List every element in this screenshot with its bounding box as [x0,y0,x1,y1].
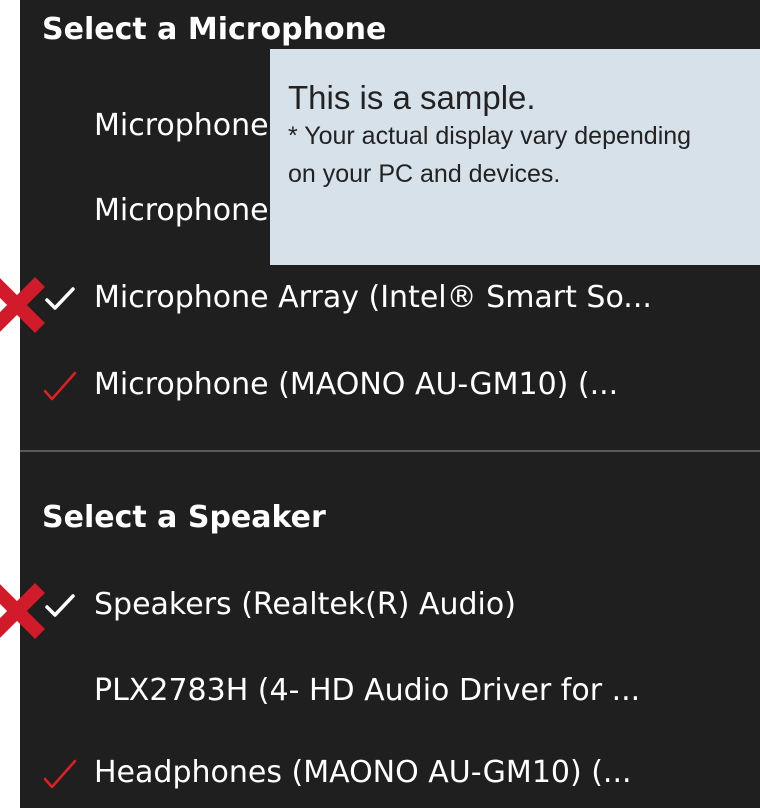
red-check-icon [43,371,77,401]
microphone-item-3[interactable]: Microphone Array (Intel® Smart So... [20,267,760,329]
speaker-item-3[interactable]: Headphones (MAONO AU-GM10) (... [20,742,760,804]
microphone-item-label: Microphone Array (Intel® Smart So... [94,280,652,315]
red-x-icon [0,277,45,333]
speaker-item-label: Speakers (Realtek(R) Audio) [94,587,516,622]
microphone-item-4[interactable]: Microphone (MAONO AU-GM10) (... [20,354,760,416]
microphone-item-label: Microphone [94,193,269,228]
sample-note-body: * Your actual display vary depending on … [288,122,692,188]
speaker-item-1[interactable]: Speakers (Realtek(R) Audio) [20,574,760,636]
sample-note-callout: This is a sample. * Your actual display … [270,49,760,265]
speaker-item-label: Headphones (MAONO AU-GM10) (... [94,755,632,790]
microphone-item-label: Microphone [94,108,269,143]
speaker-item-2[interactable]: PLX2783H (4- HD Audio Driver for ... [20,660,760,722]
speaker-section-title: Select a Speaker [42,500,326,535]
red-check-icon [43,759,77,789]
sample-note-title: This is a sample. [288,79,536,116]
speaker-item-label: PLX2783H (4- HD Audio Driver for ... [94,673,641,708]
red-x-icon [0,583,45,639]
microphone-section-title: Select a Microphone [42,12,387,47]
microphone-item-label: Microphone (MAONO AU-GM10) (... [94,367,619,402]
section-divider [20,450,760,452]
